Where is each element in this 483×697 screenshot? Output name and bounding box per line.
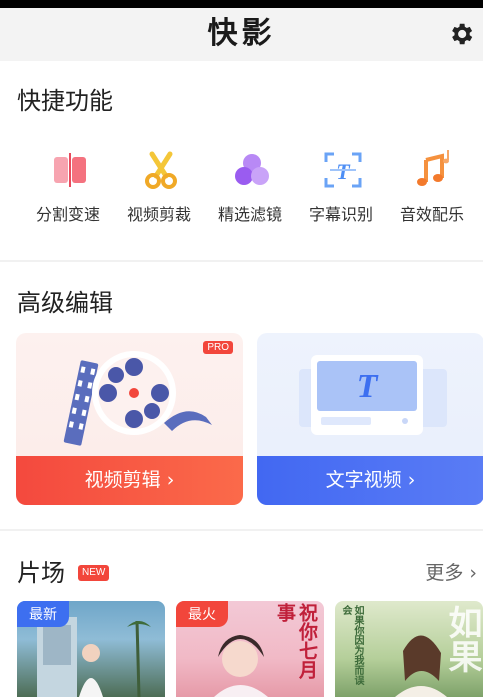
advanced-edit-title: 高级编辑 (17, 289, 113, 317)
quick-functions-title: 快捷功能 (17, 87, 113, 115)
more-link[interactable]: 更多 › (425, 561, 477, 585)
app-title: 快影 (207, 16, 276, 51)
thumbnail-overlay-big-text: 如果 (442, 605, 482, 673)
quick-function-label: 字幕识别 (308, 205, 373, 224)
quick-function-label: 分割变速 (35, 205, 100, 224)
thumbnail-overlay-text: 祝你七月事 (274, 603, 318, 679)
studio-title: 片场 (17, 559, 65, 587)
quick-function-label: 音效配乐 (399, 205, 464, 224)
text-video-button[interactable]: 文字视频 › (257, 456, 483, 505)
thumbnail-badge: 最火 (176, 601, 228, 627)
new-badge: NEW (78, 565, 110, 581)
thumbnail-badge: 最新 (17, 601, 69, 627)
quick-function-video-trim[interactable]: 视频剪裁 (113, 140, 205, 235)
gear-icon[interactable] (447, 20, 475, 48)
quick-function-split-speed[interactable]: 分割变速 (22, 140, 114, 235)
music-note-icon (417, 150, 449, 186)
app-header: 快影 (0, 8, 483, 61)
quick-function-label: 精选滤镜 (217, 205, 282, 224)
scissors-icon (145, 151, 177, 189)
text-video-card[interactable]: T 文字视频 › (257, 333, 483, 505)
thumbnail-overlay-text: 如果你因为我而误会 (340, 605, 363, 685)
studio-thumbnail[interactable]: 最新 (17, 601, 165, 697)
studio-thumbnail[interactable]: 如果你因为我而误会 如果 (335, 601, 483, 697)
quick-function-label: 视频剪裁 (126, 205, 191, 224)
section-divider (0, 260, 483, 262)
quick-function-music[interactable]: 音效配乐 (386, 140, 478, 235)
quick-functions-row: 分割变速 视频剪裁 精选滤镜 T 字幕识别 音效配乐 (0, 140, 483, 235)
video-edit-card[interactable]: PRO 视频剪辑 › (16, 333, 243, 505)
filter-circles-icon (235, 154, 269, 185)
quick-function-subtitle-recognition[interactable]: T 字幕识别 (295, 140, 387, 235)
text-video-illustration: T (299, 355, 447, 435)
svg-text:T: T (357, 368, 379, 405)
film-reel-illustration (63, 351, 212, 446)
split-speed-icon (54, 153, 86, 187)
video-edit-button[interactable]: 视频剪辑 › (16, 456, 243, 505)
studio-thumbnail[interactable]: 最火 祝你七月事 (176, 601, 324, 697)
section-divider (0, 529, 483, 531)
svg-text:T: T (336, 159, 351, 184)
status-bar (0, 0, 483, 8)
subtitle-recognition-icon: T (324, 152, 362, 188)
quick-function-filters[interactable]: 精选滤镜 (204, 140, 296, 235)
